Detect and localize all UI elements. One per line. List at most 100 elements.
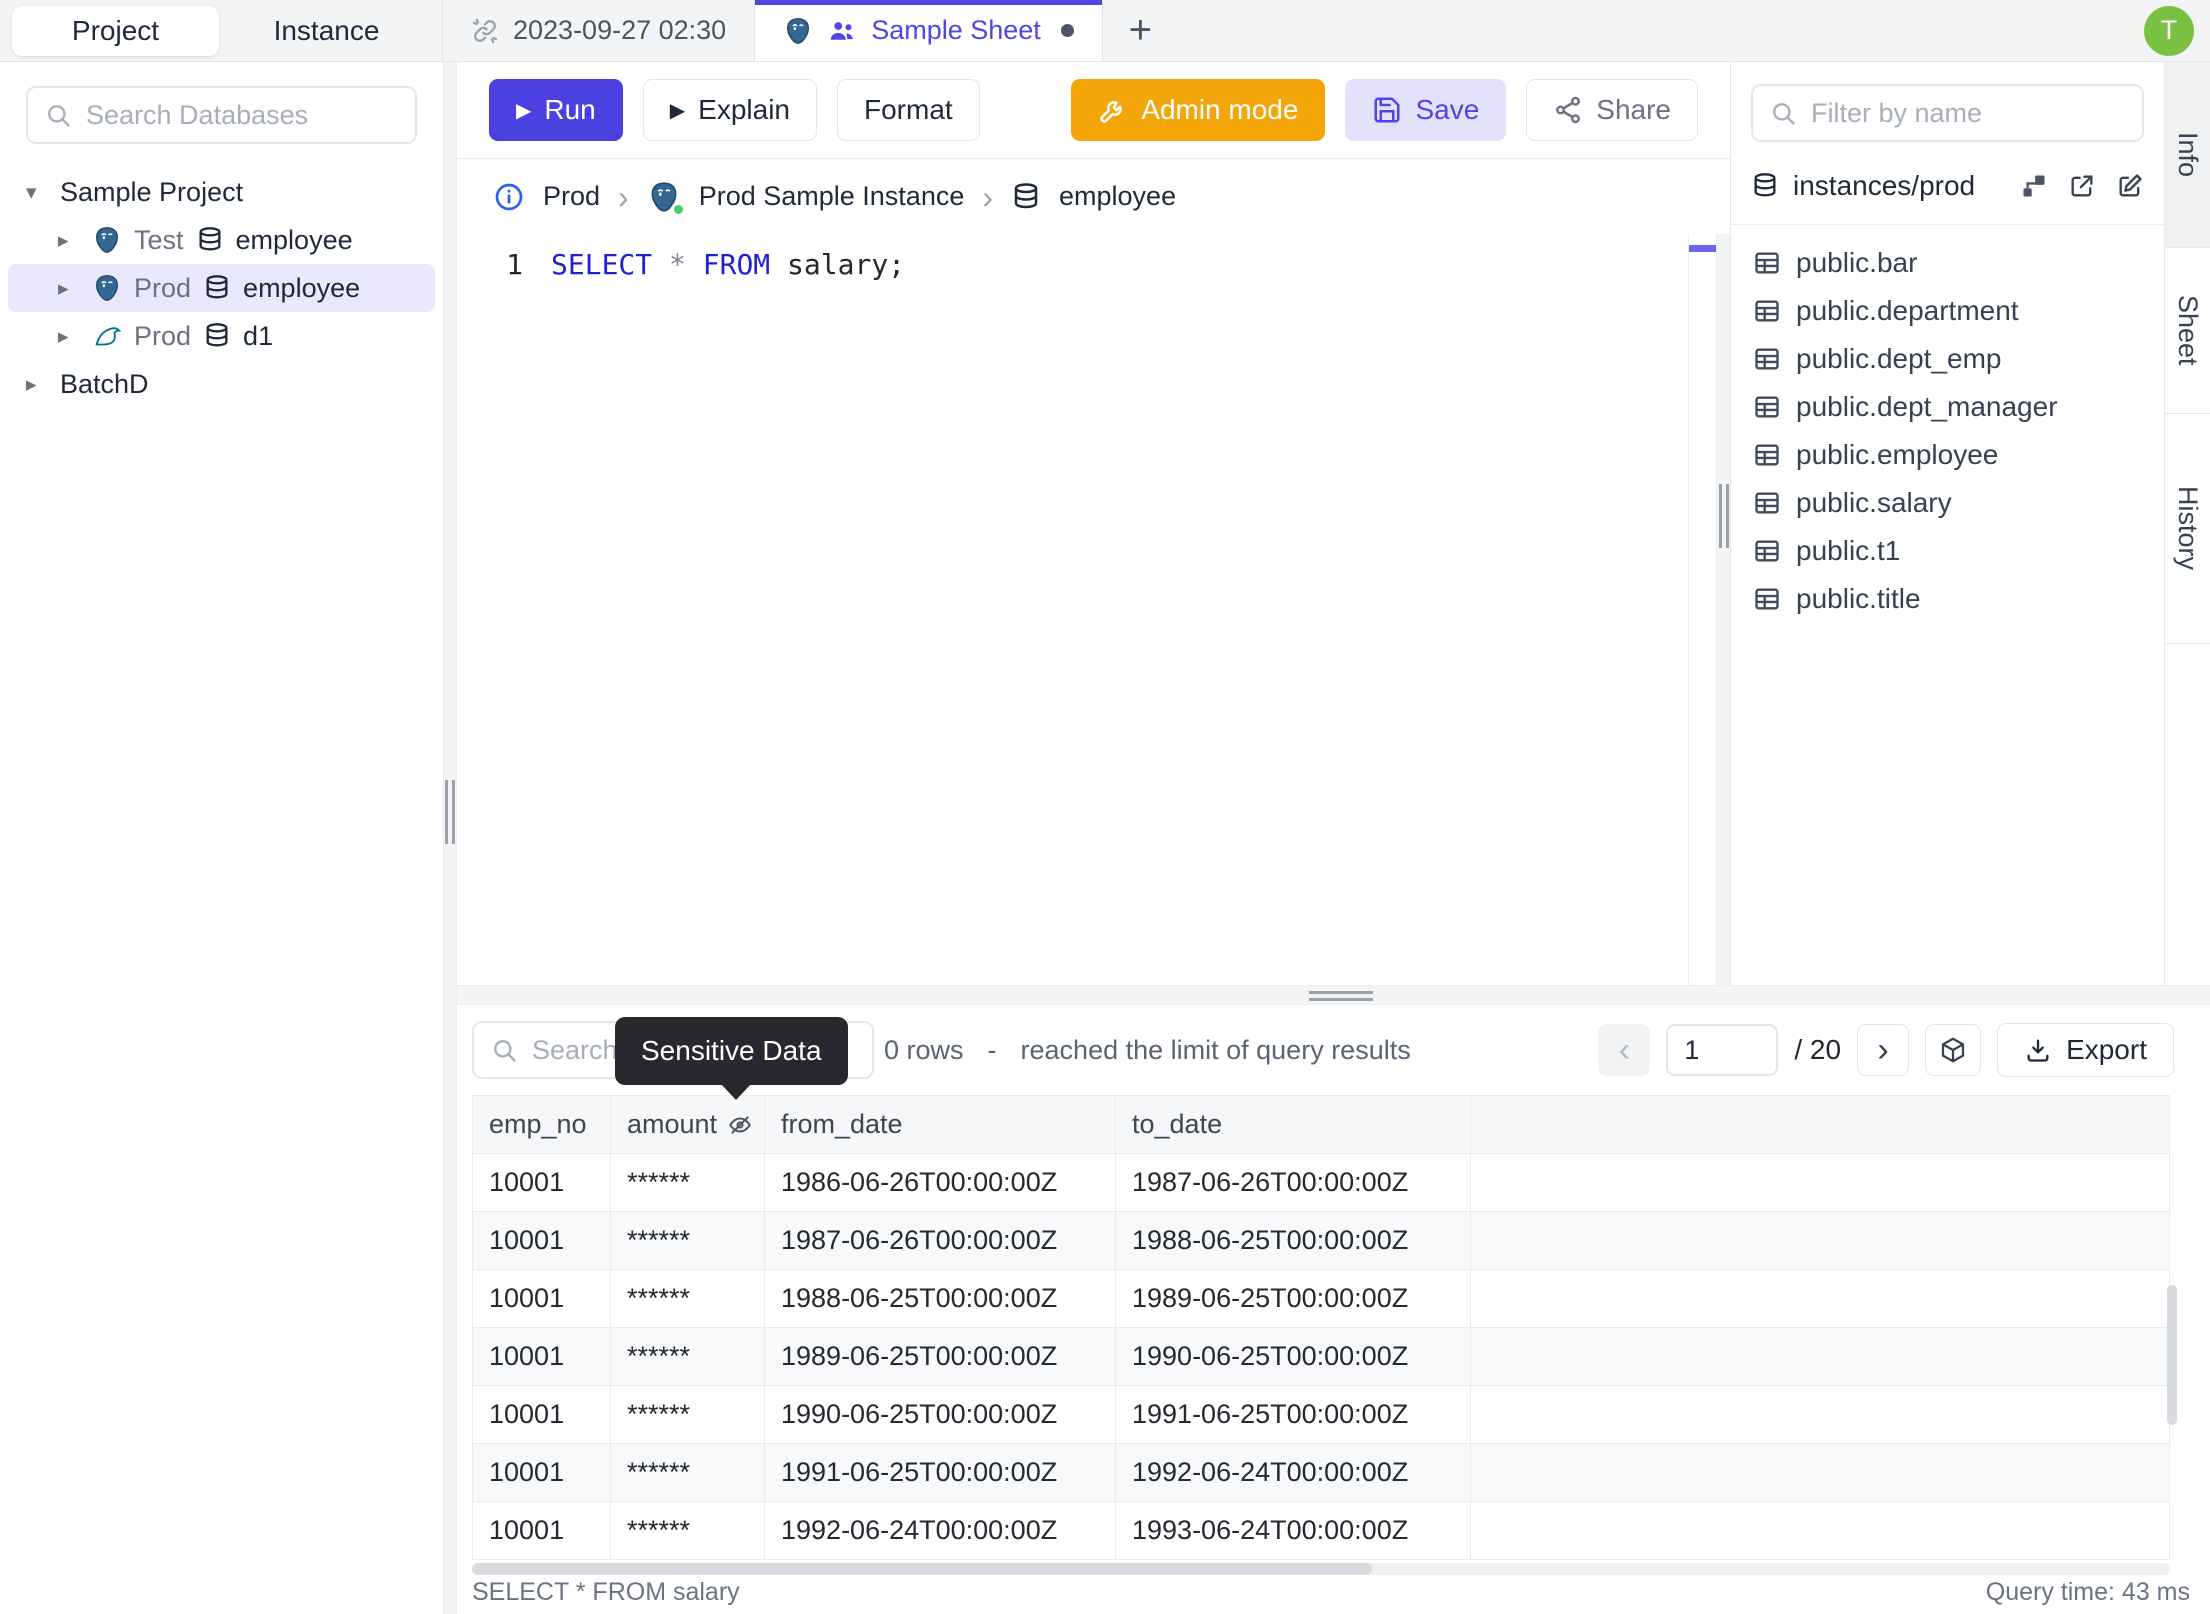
table-list-item[interactable]: public.title [1731, 575, 2164, 623]
search-icon [44, 101, 72, 129]
tree-node-batchd[interactable]: ▸ BatchD [0, 360, 443, 408]
results-status-bar: SELECT * FROM salary Query time: 43 ms [457, 1570, 2210, 1614]
search-databases-input[interactable] [86, 99, 399, 131]
table-cell-masked: ****** [611, 1212, 765, 1270]
search-icon [490, 1036, 518, 1064]
sheet-tab-active[interactable]: Sample Sheet [755, 0, 1103, 61]
format-button[interactable]: Format [837, 79, 980, 141]
query-time: Query time: 43 ms [1985, 1577, 2190, 1606]
database-search [26, 86, 417, 144]
tab-project[interactable]: Project [12, 5, 219, 56]
results-resize-divider[interactable] [457, 985, 2210, 1005]
info-icon[interactable] [493, 181, 525, 213]
sidebar-resize-divider[interactable] [443, 62, 457, 1614]
table-cell-masked: ****** [611, 1386, 765, 1444]
breadcrumb-env[interactable]: Prod [543, 181, 600, 212]
environment-label: Test [134, 224, 184, 255]
table-icon [1753, 441, 1781, 469]
editor-minimap[interactable] [1688, 234, 1716, 985]
admin-mode-button[interactable]: Admin mode [1071, 79, 1326, 141]
download-icon [2024, 1036, 2052, 1064]
avatar[interactable]: T [2144, 5, 2194, 56]
tree-node-prod-employee-selected[interactable]: ▸ Prod employee [8, 264, 435, 312]
tree-node-test-employee[interactable]: ▸ Test employee [0, 216, 443, 264]
page-total: / 20 [1794, 1034, 1842, 1065]
table-list-item[interactable]: public.bar [1731, 239, 2164, 287]
page-number-input[interactable] [1666, 1024, 1779, 1076]
database-icon [203, 322, 231, 350]
table-cell-masked: ****** [611, 1154, 765, 1212]
column-header: to_date [1116, 1096, 1471, 1154]
table-icon [1753, 393, 1781, 421]
breadcrumb-database[interactable]: employee [1059, 181, 1176, 212]
database-name: employee [235, 224, 353, 255]
table-cell: 1987-06-26T00:00:00Z [1116, 1154, 1471, 1212]
table-list-item[interactable]: public.employee [1731, 431, 2164, 479]
sensitive-data-tooltip: Sensitive Data [615, 1017, 848, 1100]
edit-icon[interactable] [2116, 172, 2144, 200]
add-sheet-button[interactable]: + [1103, 0, 1178, 61]
run-button[interactable]: ▶ Run [489, 79, 623, 141]
tab-info[interactable]: Info [2165, 62, 2210, 248]
sql-code-line: SELECT * FROM salary; [523, 234, 905, 985]
tab-instance[interactable]: Instance [223, 6, 430, 56]
table-list-item[interactable]: public.department [1731, 287, 2164, 335]
tab-sheet[interactable]: Sheet [2165, 248, 2210, 414]
export-button[interactable]: Export [1997, 1023, 2174, 1077]
sidebar-mode-switcher: Project Instance [0, 0, 443, 61]
filter-by-name-input[interactable] [1811, 97, 2126, 129]
table-cell: 1990-06-25T00:00:00Z [765, 1386, 1116, 1444]
table-cell-masked: ****** [611, 1270, 765, 1328]
next-page-button[interactable]: › [1857, 1024, 1910, 1076]
project-name: Sample Project [60, 176, 244, 207]
caret-right-icon: ▸ [58, 228, 69, 252]
explain-button[interactable]: ▶ Explain [642, 79, 817, 141]
tree-node-project[interactable]: ▾ Sample Project [0, 168, 443, 216]
eye-off-icon[interactable] [727, 1112, 753, 1138]
search-icon [1769, 99, 1797, 127]
resize-handle[interactable] [445, 780, 455, 844]
schema-diagram-icon[interactable] [2020, 172, 2048, 200]
save-button[interactable]: Save [1345, 79, 1507, 141]
table-list-item[interactable]: public.dept_manager [1731, 383, 2164, 431]
sheet-tab-label: Sample Sheet [871, 15, 1041, 45]
environment-label: Prod [134, 272, 192, 303]
table-cell: 1992-06-24T00:00:00Z [765, 1502, 1116, 1560]
panel-resize-divider[interactable] [1716, 234, 1730, 985]
tree-node-prod-d1[interactable]: ▸ Prod d1 [0, 312, 443, 360]
resize-handle[interactable] [1309, 991, 1373, 1001]
save-icon [1372, 95, 1402, 125]
database-name: d1 [243, 320, 274, 351]
vertical-scrollbar-thumb[interactable] [2167, 1285, 2177, 1425]
prev-page-button[interactable]: ‹ [1598, 1024, 1651, 1076]
table-icon [1753, 345, 1781, 373]
resize-handle[interactable] [1718, 484, 1729, 548]
results-panel: 0 rows - reached the limit of query resu… [457, 1005, 2210, 1614]
query-toolbar: ▶ Run ▶ Explain Format Admin mode Save S… [457, 62, 1730, 159]
postgresql-icon [92, 225, 122, 255]
table-cell-filler [1471, 1386, 2170, 1444]
cube-button[interactable] [1925, 1024, 1982, 1076]
table-icon [1753, 537, 1781, 565]
schema-panel: instances/prod [1730, 62, 2164, 985]
sql-editor[interactable]: 1 SELECT * FROM salary; [457, 234, 1730, 985]
table-cell: 10001 [473, 1154, 611, 1212]
database-name: employee [243, 272, 361, 303]
database-sidebar: ▾ Sample Project ▸ Test [0, 62, 443, 1614]
table-cell-filler [1471, 1502, 2170, 1560]
caret-right-icon: ▸ [58, 324, 69, 348]
table-cell-filler [1471, 1444, 2170, 1502]
table-cell-filler [1471, 1328, 2170, 1386]
sheet-tab-unsaved[interactable]: 2023-09-27 02:30 [443, 0, 756, 61]
sheet-tab-bar: 2023-09-27 02:30 Sample Sheet + [443, 0, 1178, 61]
database-icon [196, 226, 224, 254]
column-header: from_date [765, 1096, 1116, 1154]
table-list-item[interactable]: public.dept_emp [1731, 335, 2164, 383]
table-list-item[interactable]: public.salary [1731, 479, 2164, 527]
external-link-icon[interactable] [2068, 172, 2096, 200]
share-button[interactable]: Share [1526, 79, 1698, 141]
table-cell-masked: ****** [611, 1328, 765, 1386]
tab-history[interactable]: History [2165, 414, 2210, 644]
table-list-item[interactable]: public.t1 [1731, 527, 2164, 575]
breadcrumb-instance[interactable]: Prod Sample Instance [699, 181, 965, 212]
